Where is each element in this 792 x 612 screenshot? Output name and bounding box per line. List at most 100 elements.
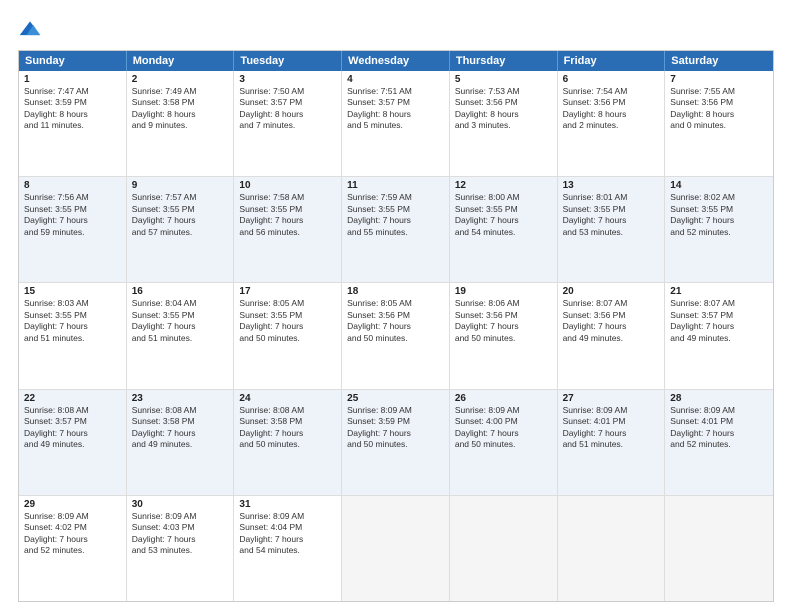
day-details: Sunrise: 8:04 AMSunset: 3:55 PMDaylight:…	[132, 298, 229, 344]
header-day-thursday: Thursday	[450, 51, 558, 71]
empty-cell	[558, 496, 666, 601]
day-cell-25: 25Sunrise: 8:09 AMSunset: 3:59 PMDayligh…	[342, 390, 450, 495]
day-cell-10: 10Sunrise: 7:58 AMSunset: 3:55 PMDayligh…	[234, 177, 342, 282]
day-cell-16: 16Sunrise: 8:04 AMSunset: 3:55 PMDayligh…	[127, 283, 235, 388]
day-details: Sunrise: 7:53 AMSunset: 3:56 PMDaylight:…	[455, 86, 552, 132]
day-number: 15	[24, 286, 121, 297]
day-details: Sunrise: 8:05 AMSunset: 3:56 PMDaylight:…	[347, 298, 444, 344]
day-details: Sunrise: 8:03 AMSunset: 3:55 PMDaylight:…	[24, 298, 121, 344]
day-cell-13: 13Sunrise: 8:01 AMSunset: 3:55 PMDayligh…	[558, 177, 666, 282]
day-details: Sunrise: 8:09 AMSunset: 4:04 PMDaylight:…	[239, 511, 336, 557]
day-cell-6: 6Sunrise: 7:54 AMSunset: 3:56 PMDaylight…	[558, 71, 666, 176]
day-cell-12: 12Sunrise: 8:00 AMSunset: 3:55 PMDayligh…	[450, 177, 558, 282]
day-cell-11: 11Sunrise: 7:59 AMSunset: 3:55 PMDayligh…	[342, 177, 450, 282]
day-cell-4: 4Sunrise: 7:51 AMSunset: 3:57 PMDaylight…	[342, 71, 450, 176]
calendar-row-4: 29Sunrise: 8:09 AMSunset: 4:02 PMDayligh…	[19, 495, 773, 601]
day-details: Sunrise: 8:08 AMSunset: 3:57 PMDaylight:…	[24, 405, 121, 451]
day-details: Sunrise: 7:58 AMSunset: 3:55 PMDaylight:…	[239, 192, 336, 238]
header-day-saturday: Saturday	[665, 51, 773, 71]
empty-cell	[665, 496, 773, 601]
header	[18, 18, 774, 42]
day-cell-15: 15Sunrise: 8:03 AMSunset: 3:55 PMDayligh…	[19, 283, 127, 388]
day-number: 22	[24, 393, 121, 404]
day-cell-7: 7Sunrise: 7:55 AMSunset: 3:56 PMDaylight…	[665, 71, 773, 176]
header-day-tuesday: Tuesday	[234, 51, 342, 71]
day-details: Sunrise: 7:56 AMSunset: 3:55 PMDaylight:…	[24, 192, 121, 238]
header-day-wednesday: Wednesday	[342, 51, 450, 71]
day-number: 25	[347, 393, 444, 404]
day-number: 4	[347, 74, 444, 85]
day-number: 23	[132, 393, 229, 404]
day-number: 6	[563, 74, 660, 85]
day-number: 21	[670, 286, 768, 297]
day-details: Sunrise: 7:49 AMSunset: 3:58 PMDaylight:…	[132, 86, 229, 132]
header-day-monday: Monday	[127, 51, 235, 71]
day-number: 7	[670, 74, 768, 85]
day-cell-22: 22Sunrise: 8:08 AMSunset: 3:57 PMDayligh…	[19, 390, 127, 495]
day-cell-1: 1Sunrise: 7:47 AMSunset: 3:59 PMDaylight…	[19, 71, 127, 176]
day-cell-31: 31Sunrise: 8:09 AMSunset: 4:04 PMDayligh…	[234, 496, 342, 601]
day-cell-21: 21Sunrise: 8:07 AMSunset: 3:57 PMDayligh…	[665, 283, 773, 388]
calendar-row-0: 1Sunrise: 7:47 AMSunset: 3:59 PMDaylight…	[19, 71, 773, 176]
day-details: Sunrise: 7:47 AMSunset: 3:59 PMDaylight:…	[24, 86, 121, 132]
calendar-row-3: 22Sunrise: 8:08 AMSunset: 3:57 PMDayligh…	[19, 389, 773, 495]
day-number: 29	[24, 499, 121, 510]
day-cell-24: 24Sunrise: 8:08 AMSunset: 3:58 PMDayligh…	[234, 390, 342, 495]
day-details: Sunrise: 8:07 AMSunset: 3:57 PMDaylight:…	[670, 298, 768, 344]
day-number: 19	[455, 286, 552, 297]
day-number: 2	[132, 74, 229, 85]
day-cell-2: 2Sunrise: 7:49 AMSunset: 3:58 PMDaylight…	[127, 71, 235, 176]
day-details: Sunrise: 8:01 AMSunset: 3:55 PMDaylight:…	[563, 192, 660, 238]
header-day-sunday: Sunday	[19, 51, 127, 71]
day-details: Sunrise: 8:00 AMSunset: 3:55 PMDaylight:…	[455, 192, 552, 238]
day-number: 3	[239, 74, 336, 85]
day-cell-17: 17Sunrise: 8:05 AMSunset: 3:55 PMDayligh…	[234, 283, 342, 388]
day-details: Sunrise: 8:09 AMSunset: 4:03 PMDaylight:…	[132, 511, 229, 557]
day-cell-14: 14Sunrise: 8:02 AMSunset: 3:55 PMDayligh…	[665, 177, 773, 282]
calendar-row-2: 15Sunrise: 8:03 AMSunset: 3:55 PMDayligh…	[19, 282, 773, 388]
day-details: Sunrise: 7:51 AMSunset: 3:57 PMDaylight:…	[347, 86, 444, 132]
day-details: Sunrise: 8:09 AMSunset: 4:01 PMDaylight:…	[670, 405, 768, 451]
logo	[18, 18, 46, 42]
day-number: 16	[132, 286, 229, 297]
day-details: Sunrise: 7:57 AMSunset: 3:55 PMDaylight:…	[132, 192, 229, 238]
day-number: 11	[347, 180, 444, 191]
day-number: 26	[455, 393, 552, 404]
calendar-body: 1Sunrise: 7:47 AMSunset: 3:59 PMDaylight…	[19, 71, 773, 601]
day-number: 24	[239, 393, 336, 404]
day-number: 8	[24, 180, 121, 191]
day-number: 5	[455, 74, 552, 85]
day-details: Sunrise: 8:08 AMSunset: 3:58 PMDaylight:…	[132, 405, 229, 451]
day-details: Sunrise: 8:07 AMSunset: 3:56 PMDaylight:…	[563, 298, 660, 344]
day-details: Sunrise: 8:09 AMSunset: 4:00 PMDaylight:…	[455, 405, 552, 451]
day-cell-8: 8Sunrise: 7:56 AMSunset: 3:55 PMDaylight…	[19, 177, 127, 282]
header-day-friday: Friday	[558, 51, 666, 71]
day-number: 13	[563, 180, 660, 191]
day-number: 10	[239, 180, 336, 191]
day-details: Sunrise: 7:55 AMSunset: 3:56 PMDaylight:…	[670, 86, 768, 132]
day-number: 1	[24, 74, 121, 85]
day-number: 18	[347, 286, 444, 297]
page: SundayMondayTuesdayWednesdayThursdayFrid…	[0, 0, 792, 612]
day-details: Sunrise: 8:09 AMSunset: 3:59 PMDaylight:…	[347, 405, 444, 451]
day-cell-5: 5Sunrise: 7:53 AMSunset: 3:56 PMDaylight…	[450, 71, 558, 176]
calendar-header: SundayMondayTuesdayWednesdayThursdayFrid…	[19, 51, 773, 71]
day-cell-9: 9Sunrise: 7:57 AMSunset: 3:55 PMDaylight…	[127, 177, 235, 282]
day-cell-23: 23Sunrise: 8:08 AMSunset: 3:58 PMDayligh…	[127, 390, 235, 495]
day-cell-29: 29Sunrise: 8:09 AMSunset: 4:02 PMDayligh…	[19, 496, 127, 601]
empty-cell	[342, 496, 450, 601]
day-details: Sunrise: 8:02 AMSunset: 3:55 PMDaylight:…	[670, 192, 768, 238]
day-cell-18: 18Sunrise: 8:05 AMSunset: 3:56 PMDayligh…	[342, 283, 450, 388]
day-cell-26: 26Sunrise: 8:09 AMSunset: 4:00 PMDayligh…	[450, 390, 558, 495]
day-details: Sunrise: 8:09 AMSunset: 4:02 PMDaylight:…	[24, 511, 121, 557]
day-details: Sunrise: 8:05 AMSunset: 3:55 PMDaylight:…	[239, 298, 336, 344]
day-number: 9	[132, 180, 229, 191]
day-details: Sunrise: 8:09 AMSunset: 4:01 PMDaylight:…	[563, 405, 660, 451]
day-cell-20: 20Sunrise: 8:07 AMSunset: 3:56 PMDayligh…	[558, 283, 666, 388]
day-number: 27	[563, 393, 660, 404]
empty-cell	[450, 496, 558, 601]
day-cell-30: 30Sunrise: 8:09 AMSunset: 4:03 PMDayligh…	[127, 496, 235, 601]
day-details: Sunrise: 7:59 AMSunset: 3:55 PMDaylight:…	[347, 192, 444, 238]
day-number: 12	[455, 180, 552, 191]
day-number: 31	[239, 499, 336, 510]
